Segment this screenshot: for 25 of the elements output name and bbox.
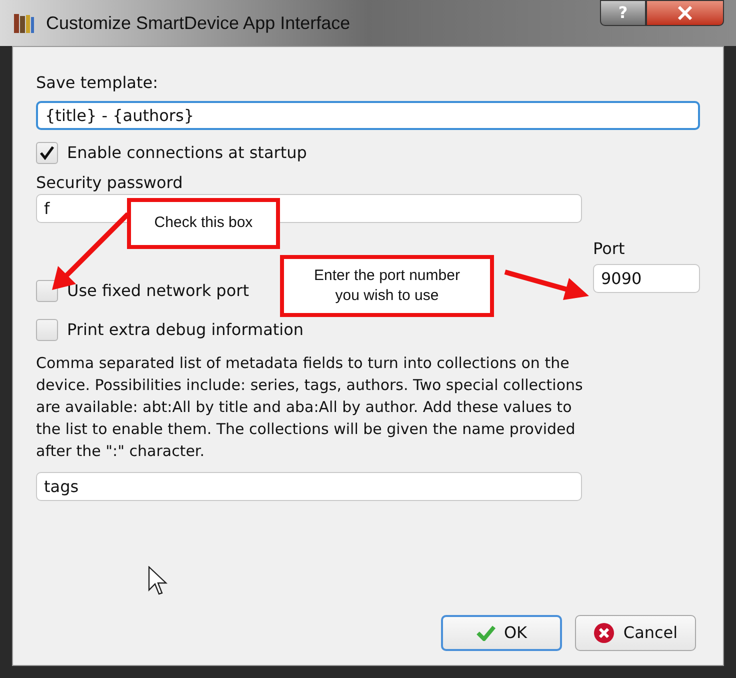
books-icon: [12, 11, 36, 35]
collections-field[interactable]: tags: [36, 472, 582, 501]
checkbox-label: Enable connections at startup: [67, 142, 307, 164]
ok-button[interactable]: OK: [441, 615, 562, 651]
checkmark-icon: [476, 625, 496, 641]
template-field[interactable]: {title} - {authors}: [36, 101, 700, 130]
cancel-button[interactable]: Cancel: [575, 615, 696, 651]
port-field[interactable]: 9090: [593, 264, 700, 293]
checkbox[interactable]: [36, 319, 58, 341]
checkbox-label: Use fixed network port: [67, 280, 249, 302]
checkbox-label: Print extra debug information: [67, 319, 304, 341]
checkmark-icon: [39, 146, 55, 160]
close-button[interactable]: [646, 0, 724, 26]
field-label: Port: [593, 238, 626, 259]
checkbox[interactable]: [36, 280, 58, 302]
collections-description: Comma separated list of metadata fields to turn into collections on the device. Possibilities include: series, tags, authors. Two special collections are available: abt:All by title and aba:All by author. Add these values to the list to enable them. The collections will be given the name provided after the ":" character.: [36, 353, 584, 462]
window-title: Customize SmartDevice App Interface: [46, 12, 350, 35]
close-icon: [677, 6, 693, 20]
callout-tooltip: Enter the port number you wish to use: [280, 255, 494, 317]
callout-tooltip: Check this box: [127, 198, 280, 249]
cancel-icon: [593, 622, 616, 644]
checkbox[interactable]: [36, 142, 58, 164]
field-label: Security password: [36, 172, 184, 193]
mouse-pointer-icon: [148, 566, 168, 596]
field-label: Save template:: [36, 72, 159, 93]
